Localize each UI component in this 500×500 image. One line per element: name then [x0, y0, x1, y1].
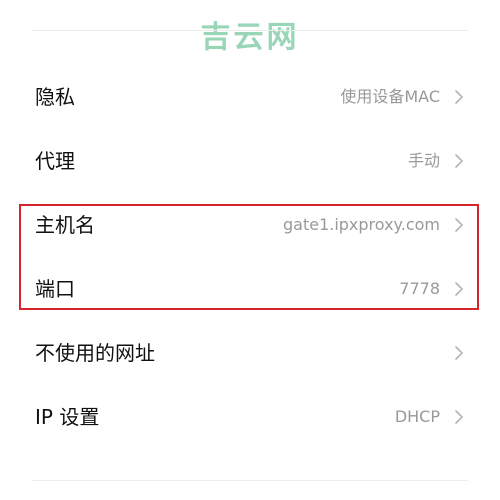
proxy-label: 代理 — [35, 149, 75, 173]
proxy-value: 手动 — [407, 151, 440, 170]
privacy-label: 隐私 — [35, 85, 75, 109]
chevron-right-icon — [455, 410, 463, 424]
bypass-urls-label: 不使用的网址 — [35, 341, 155, 365]
chevron-right-icon — [455, 154, 463, 168]
privacy-value: 使用设备MAC — [340, 87, 440, 106]
bottom-divider — [32, 480, 468, 481]
top-divider — [32, 30, 468, 31]
ip-settings-row[interactable]: IP 设置 DHCP — [0, 385, 500, 449]
highlight-box — [19, 204, 479, 310]
privacy-row[interactable]: 隐私 使用设备MAC — [0, 65, 500, 129]
ip-settings-label: IP 设置 — [35, 405, 100, 429]
bypass-urls-row[interactable]: 不使用的网址 — [0, 321, 500, 385]
chevron-right-icon — [455, 90, 463, 104]
proxy-row[interactable]: 代理 手动 — [0, 129, 500, 193]
chevron-right-icon — [455, 346, 463, 360]
watermark-text: 吉云网 — [200, 20, 300, 55]
ip-settings-value: DHCP — [394, 407, 440, 426]
